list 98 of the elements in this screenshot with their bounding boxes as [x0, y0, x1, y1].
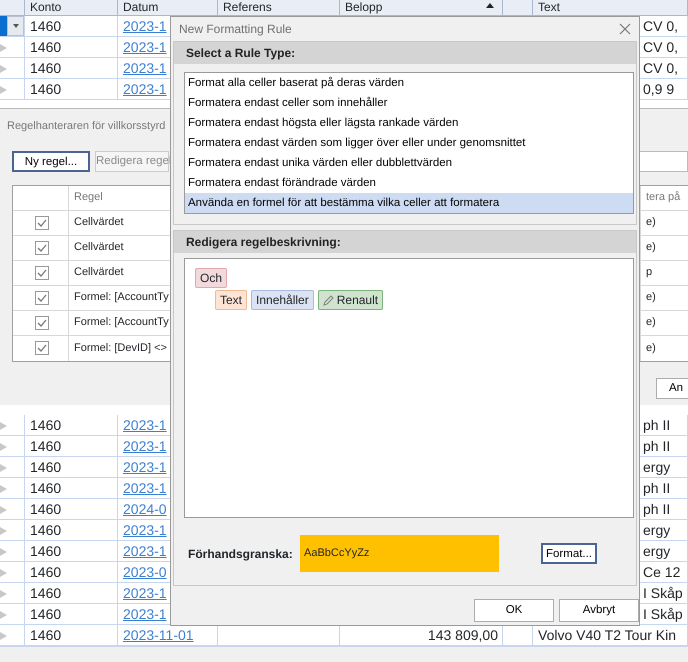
table-cell: CV 0, — [643, 18, 678, 34]
date-link[interactable]: 2024-0 — [123, 501, 167, 517]
table-cell: ergy — [643, 522, 670, 538]
column-header[interactable]: tera på — [646, 189, 680, 206]
table-cell-text: Cellvärdet — [74, 265, 124, 280]
preview-label: Förhandsgranska: — [188, 546, 294, 563]
list-item[interactable]: Formatera endast högsta eller lägsta rankade värden — [185, 113, 633, 134]
group-token[interactable]: Och — [195, 268, 228, 288]
dialog-button[interactable]: Avbryt — [559, 599, 639, 622]
table-cell-text: Formel: [AccountTy — [74, 290, 169, 306]
table-cell: 1460 — [30, 585, 62, 601]
list-item[interactable]: Formatera endast förändrade värden — [185, 173, 633, 194]
column-header[interactable]: Belopp — [345, 0, 382, 14]
table-cell: 1460 — [30, 564, 62, 580]
dropdown-button[interactable] — [7, 16, 24, 36]
apply-button[interactable]: An — [656, 378, 688, 399]
table-cell: 1460 — [30, 606, 62, 622]
table-cell: 1460 — [30, 438, 62, 454]
field-token[interactable]: Text — [215, 290, 248, 310]
table-cell-text: e) — [646, 240, 656, 256]
date-link[interactable]: 2023-1 — [123, 480, 167, 496]
checkbox[interactable] — [35, 240, 49, 254]
column-header[interactable]: Konto — [30, 0, 62, 14]
column-header[interactable]: Datum — [123, 0, 158, 14]
date-link[interactable]: 2023-1 — [123, 585, 167, 601]
input-field[interactable] — [638, 150, 688, 172]
list-item[interactable]: Format alla celler baserat på deras värden — [185, 73, 633, 94]
rule-button[interactable]: Ny regel... — [12, 150, 90, 172]
table-cell-text: e) — [646, 290, 656, 306]
table-cell: ergy — [643, 459, 670, 475]
operator-token[interactable]: Innehåller — [251, 290, 314, 310]
table-cell: ph II — [643, 438, 670, 454]
list-item[interactable]: Använda en formel för att bestämma vilka celler att formatera — [185, 193, 633, 214]
section-header: Redigera regelbeskrivning: — [174, 231, 636, 254]
table-cell: 1460 — [30, 81, 62, 97]
table-cell-text: e) — [646, 340, 656, 356]
table-cell-text: p — [646, 265, 652, 280]
table-cell: I Skåp — [643, 585, 683, 601]
table-cell: ph II — [643, 480, 670, 496]
date-link[interactable]: 2023-1 — [123, 18, 167, 34]
table-cell-text: Formel: [AccountTy — [74, 315, 169, 330]
table-cell: CV 0, — [643, 39, 678, 55]
table-cell: 1460 — [30, 627, 62, 643]
date-link[interactable]: 2023-1 — [123, 81, 167, 97]
column-header[interactable]: Regel — [74, 189, 103, 206]
checkbox[interactable] — [35, 341, 49, 355]
table-cell-text: Cellvärdet — [74, 240, 124, 256]
table-cell-text: Cellvärdet — [74, 215, 124, 230]
table-cell-text: e) — [646, 215, 656, 230]
table-cell: 143 809,00 — [428, 627, 498, 643]
table-cell: Ce 12 — [643, 564, 680, 580]
date-link[interactable]: 2023-0 — [123, 564, 167, 580]
table-cell-text: e) — [646, 315, 656, 330]
preview-sample: AaBbCcYyZz — [300, 535, 499, 572]
column-header[interactable]: Text — [538, 0, 560, 14]
date-link[interactable]: 2023-1 — [123, 522, 167, 538]
row-selector[interactable] — [0, 16, 24, 36]
table-cell: 1460 — [30, 18, 62, 34]
table-cell: 1460 — [30, 459, 62, 475]
close-icon[interactable] — [619, 23, 631, 36]
date-link[interactable]: 2023-1 — [123, 459, 167, 475]
panel-title: Regelhanteraren för villkorsstyrd — [7, 120, 166, 132]
dialog-title: New Formatting Rule — [179, 21, 292, 38]
table-cell-text: Formel: [DevID] <> — [74, 340, 167, 356]
table-cell: CV 0, — [643, 60, 678, 76]
table-cell: 1460 — [30, 501, 62, 517]
list-item[interactable]: Formatera endast celler som innehåller — [185, 93, 633, 114]
table-cell: 1460 — [30, 60, 62, 76]
table-cell: 1460 — [30, 480, 62, 496]
date-link[interactable]: 2023-1 — [123, 543, 167, 559]
table-cell: ph II — [643, 417, 670, 433]
format-button[interactable]: Format... — [541, 543, 597, 564]
table-cell: 1460 — [30, 543, 62, 559]
table-cell: Volvo V40 T2 Tour Kin — [538, 627, 676, 643]
date-link[interactable]: 2023-1 — [123, 417, 167, 433]
table-cell: 1460 — [30, 522, 62, 538]
pencil-icon — [322, 294, 334, 306]
date-link[interactable]: 2023-11-01 — [123, 627, 194, 643]
table-cell: I Skåp — [643, 606, 683, 622]
table-cell: 0,9 9 — [643, 81, 674, 97]
table-cell: 1460 — [30, 417, 62, 433]
column-header[interactable]: Referens — [223, 0, 272, 14]
table-cell: ph II — [643, 501, 670, 517]
dialog-button[interactable]: OK — [474, 599, 554, 622]
checkbox[interactable] — [35, 266, 49, 280]
date-link[interactable]: 2023-1 — [123, 606, 167, 622]
table-cell: ergy — [643, 543, 670, 559]
value-token[interactable]: Renault — [318, 290, 384, 310]
date-link[interactable]: 2023-1 — [123, 60, 167, 76]
table-cell: 1460 — [30, 39, 62, 55]
checkbox[interactable] — [35, 216, 49, 230]
checkbox[interactable] — [35, 290, 49, 304]
date-link[interactable]: 2023-1 — [123, 39, 167, 55]
checkbox[interactable] — [35, 316, 49, 330]
section-header: Select a Rule Type: — [174, 42, 636, 64]
date-link[interactable]: 2023-1 — [123, 438, 167, 454]
list-item[interactable]: Formatera endast värden som ligger över eller under genomsnittet — [185, 133, 633, 154]
list-item[interactable]: Formatera endast unika värden eller dubblettvärden — [185, 153, 633, 174]
